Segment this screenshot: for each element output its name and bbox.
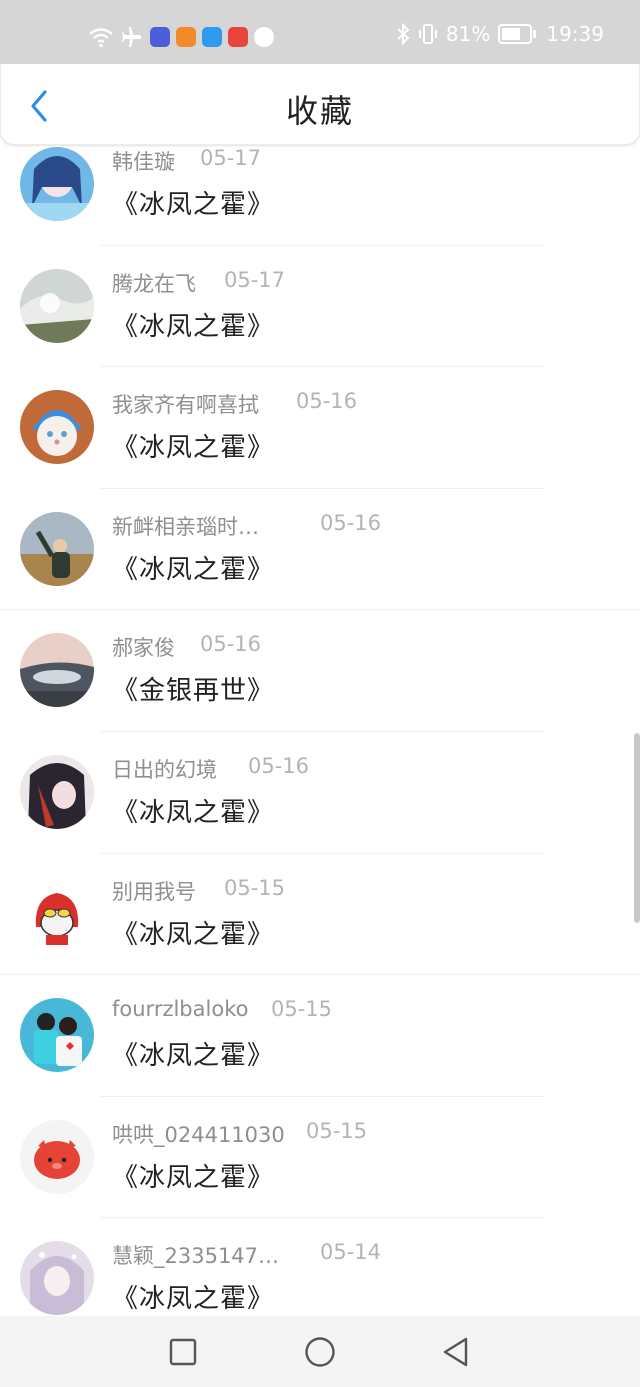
vibrate-icon — [418, 24, 437, 44]
triangle-back-icon — [443, 1337, 468, 1367]
battery-percent: 81% — [445, 22, 491, 46]
list-item[interactable]: 新衅相亲瑙时… 05-16 《冰凤之霍》 — [0, 489, 640, 611]
system-nav-bar — [0, 1316, 640, 1387]
user-name: 别用我号 — [112, 879, 196, 904]
avatar — [20, 998, 94, 1073]
book-title[interactable]: 《冰凤之霍》 — [112, 306, 274, 343]
user-name: 日出的幻境 — [112, 757, 217, 782]
avatar — [20, 633, 94, 708]
list-item[interactable]: 腾龙在飞 05-17 《冰凤之霍》 — [0, 246, 640, 368]
circle-home-icon — [305, 1337, 335, 1367]
user-name: 腾龙在飞 — [112, 271, 196, 296]
avatar — [20, 147, 94, 221]
list-item[interactable]: 别用我号 05-15 《冰凤之霍》 — [0, 854, 640, 976]
list-item[interactable]: 郝家俊 05-16 《金银再世》 — [0, 610, 640, 732]
battery-icon — [498, 24, 537, 44]
status-bar-left-icons — [88, 24, 274, 50]
favorite-date: 05-16 — [248, 753, 310, 778]
clock: 19:39 — [546, 22, 604, 46]
favorite-date: 05-16 — [320, 510, 382, 535]
book-title[interactable]: 《冰凤之霍》 — [112, 184, 274, 221]
user-name: 郝家俊 — [112, 636, 175, 661]
search-app-icon — [202, 27, 222, 47]
recents-button[interactable] — [163, 1332, 203, 1372]
battery-level — [502, 28, 521, 40]
avatar — [20, 511, 94, 586]
avatar — [20, 876, 94, 951]
favorite-date: 05-15 — [306, 1118, 368, 1143]
music-app-icon — [150, 27, 170, 47]
favorite-date: 05-16 — [200, 632, 262, 657]
user-name: 韩佳璇 — [112, 150, 175, 174]
favorite-date: 05-17 — [200, 146, 262, 170]
back-nav-button[interactable] — [435, 1332, 475, 1372]
favorite-date: 05-14 — [320, 1240, 382, 1265]
avatar — [20, 268, 94, 343]
user-name: 哄哄_024411030 — [112, 1122, 285, 1147]
book-title[interactable]: 《冰凤之霍》 — [112, 549, 274, 586]
app-header: 收藏 — [0, 64, 640, 145]
book-title[interactable]: 《冰凤之霍》 — [112, 1157, 274, 1194]
store-app-icon — [228, 27, 248, 47]
list-item[interactable]: 慧颖_2335147… 05-14 《冰凤之霍》 — [0, 1218, 640, 1316]
airplane-icon — [122, 27, 142, 47]
user-name: fourrzlbaloko — [112, 997, 249, 1022]
list-item[interactable]: fourrzlbaloko 05-15 《冰凤之霍》 — [0, 975, 640, 1097]
avatar — [20, 1119, 94, 1194]
list-item[interactable]: 我家齐有啊喜拭 05-16 《冰凤之霍》 — [0, 367, 640, 489]
avatar — [20, 1241, 94, 1316]
status-bar-right: 81% 19:39 — [396, 22, 604, 46]
video-app-icon — [176, 27, 196, 47]
book-title[interactable]: 《冰凤之霍》 — [112, 914, 274, 951]
list-item[interactable]: 哄哄_024411030 05-15 《冰凤之霍》 — [0, 1097, 640, 1219]
favorite-date: 05-17 — [224, 267, 286, 292]
page-title: 收藏 — [285, 92, 354, 130]
ball-app-icon — [254, 27, 274, 47]
book-title[interactable]: 《冰凤之霍》 — [112, 427, 274, 464]
user-name: 慧颖_2335147… — [112, 1244, 280, 1269]
user-name: 我家齐有啊喜拭 — [112, 393, 259, 418]
favorite-date: 05-15 — [224, 875, 286, 900]
bluetooth-icon — [397, 23, 410, 45]
book-title[interactable]: 《冰凤之霍》 — [112, 792, 274, 829]
wifi-icon — [89, 28, 113, 48]
avatar — [20, 390, 94, 465]
favorite-date: 05-15 — [271, 997, 333, 1022]
list-item[interactable]: 日出的幻境 05-16 《冰凤之霍》 — [0, 732, 640, 854]
book-title[interactable]: 《冰凤之霍》 — [112, 1278, 274, 1315]
scrollbar[interactable] — [634, 733, 640, 923]
list-item[interactable]: 韩佳璇 05-17 《冰凤之霍》 — [0, 144, 640, 246]
square-recents-icon — [169, 1338, 197, 1366]
book-title[interactable]: 《冰凤之霍》 — [112, 1035, 274, 1072]
favorites-list[interactable]: 韩佳璇 05-17 《冰凤之霍》 腾龙在飞 05-17 《冰凤之霍》 我家齐有啊… — [0, 144, 640, 1316]
status-bar: 81% 19:39 — [0, 0, 640, 64]
avatar — [20, 754, 94, 829]
user-name: 新衅相亲瑙时… — [112, 514, 259, 539]
favorite-date: 05-16 — [296, 389, 358, 414]
book-title[interactable]: 《金银再世》 — [112, 670, 274, 707]
home-button[interactable] — [300, 1332, 340, 1372]
